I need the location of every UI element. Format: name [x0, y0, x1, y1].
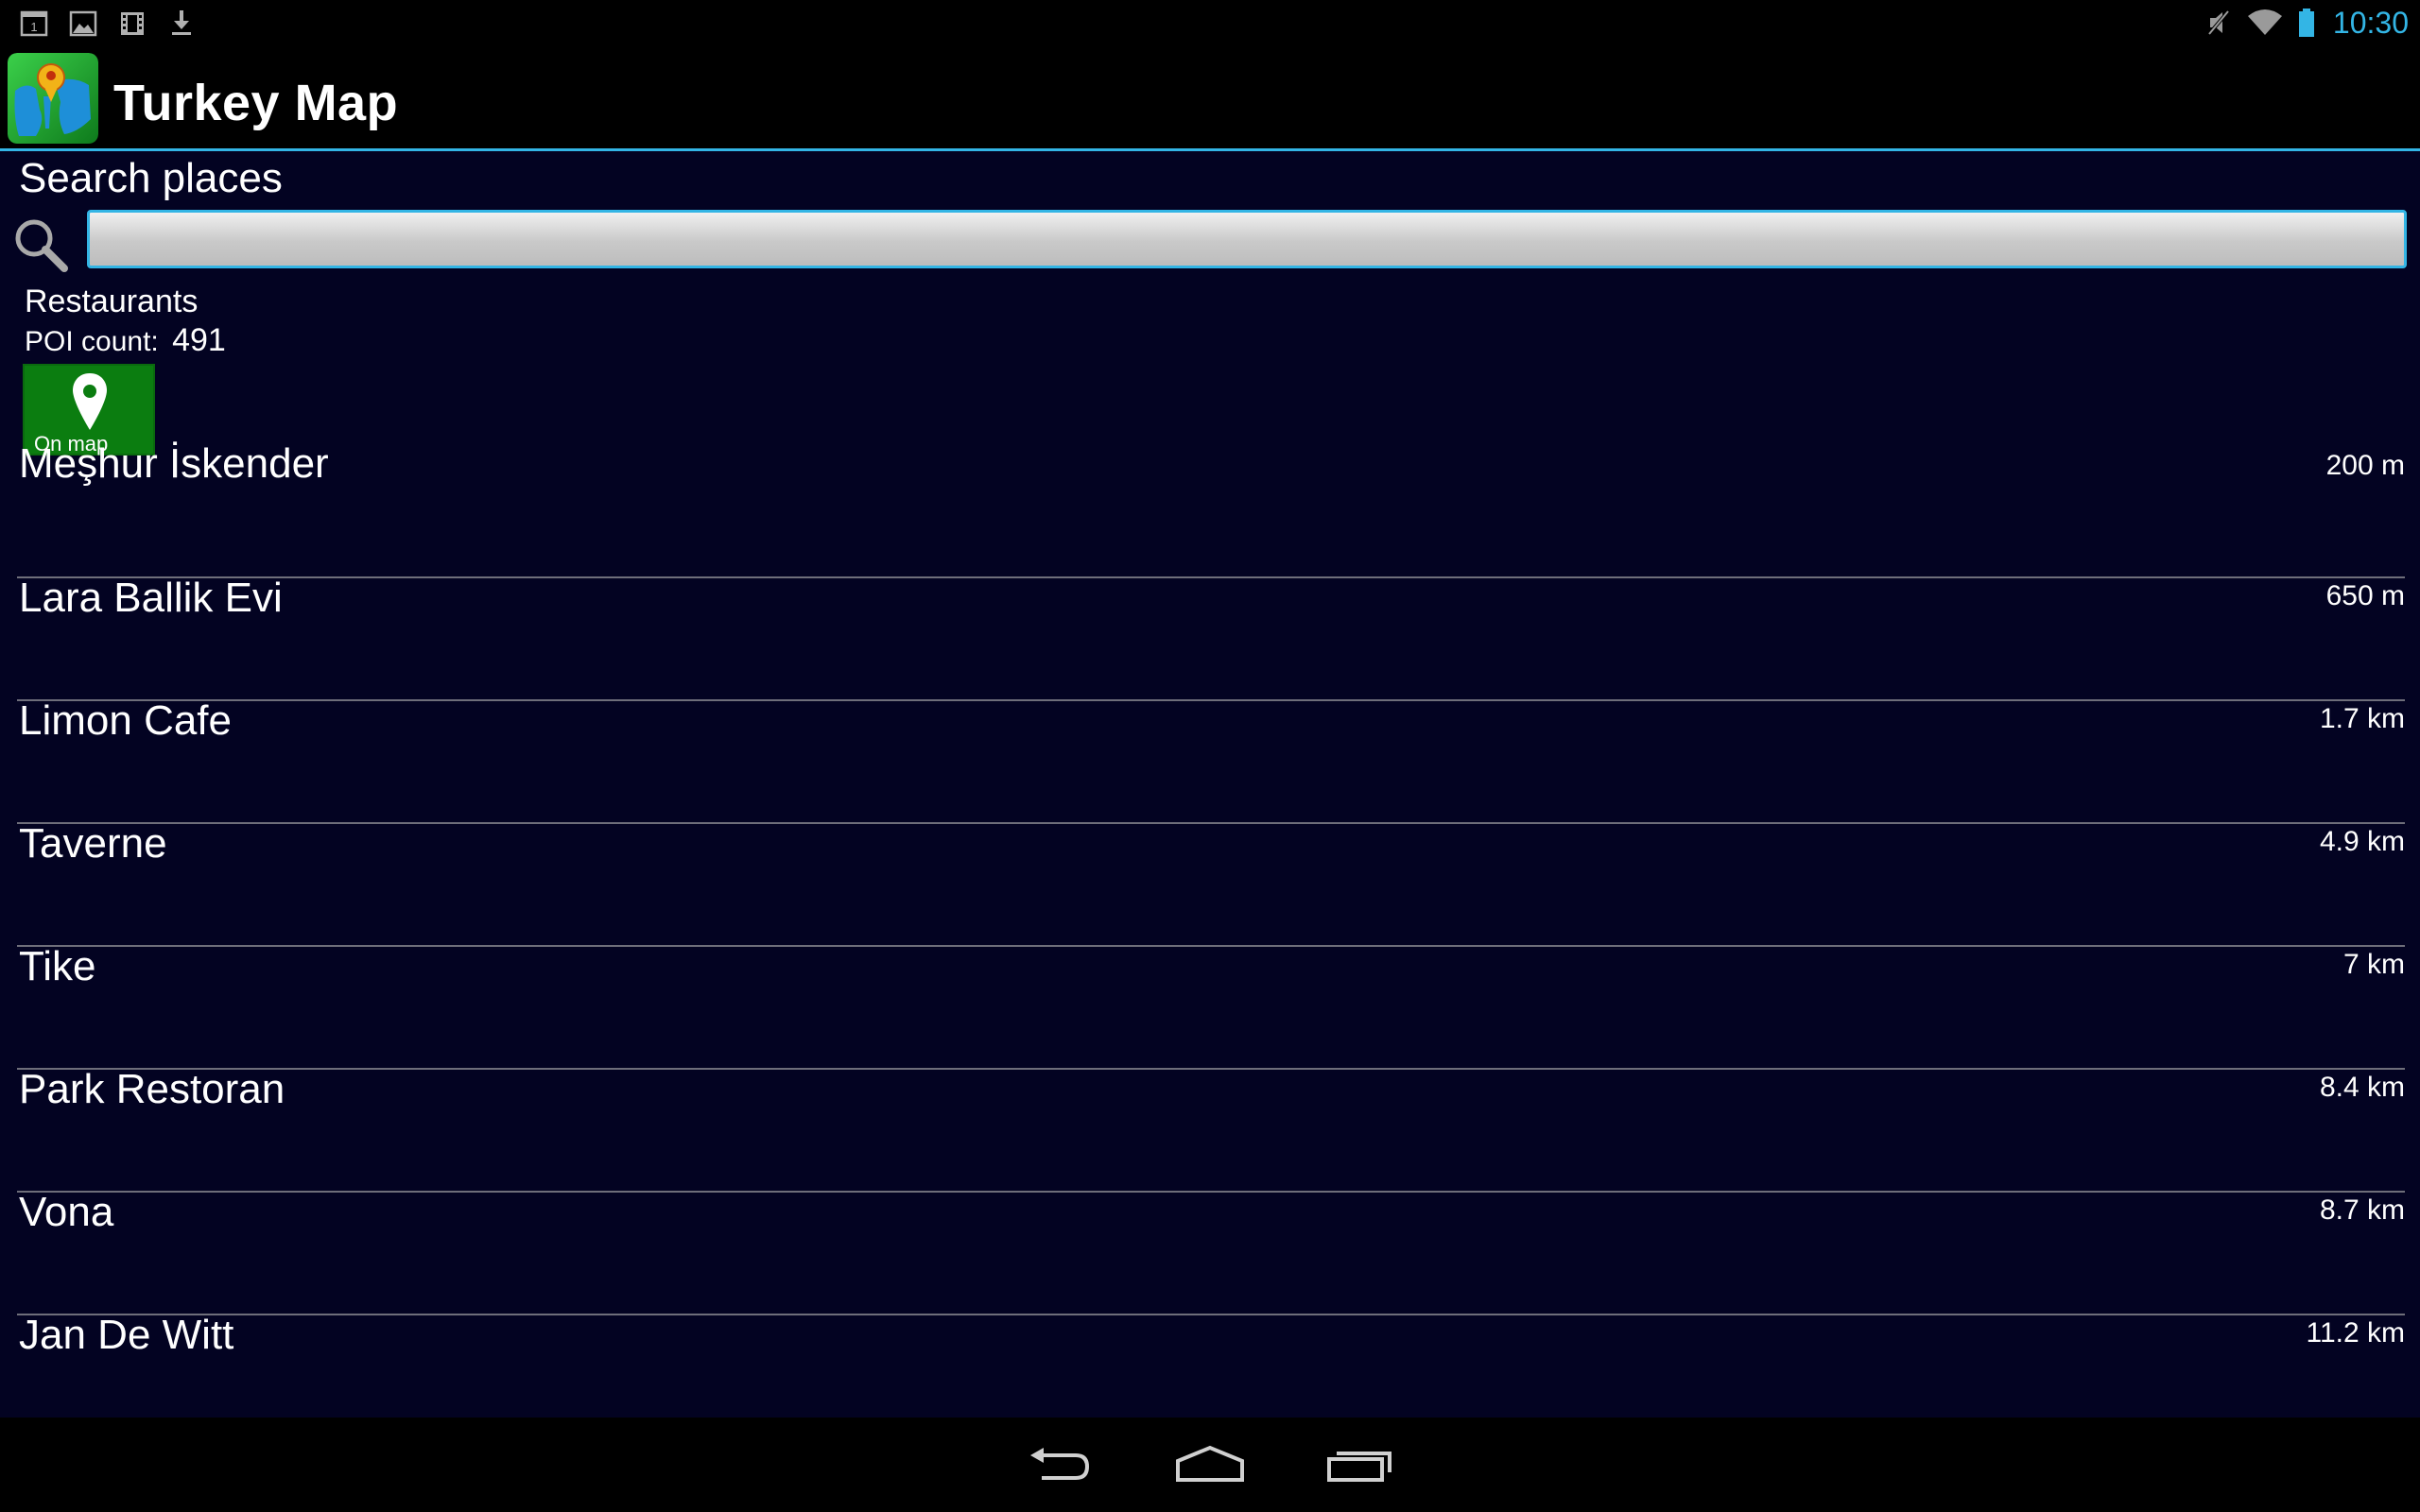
app-title: Turkey Map	[113, 75, 399, 131]
poi-count-value: 491	[172, 322, 226, 358]
place-name: Lara Ballik Evi	[19, 575, 283, 621]
place-name: Park Restoran	[19, 1066, 285, 1112]
place-list-item[interactable]: Park Restoran 8.4 km	[0, 1066, 2420, 1193]
place-list-item[interactable]: Lara Ballik Evi 650 m	[0, 575, 2420, 701]
place-distance: 8.4 km	[2319, 1072, 2405, 1103]
video-notification-icon	[121, 12, 144, 35]
calendar-notification-icon: 1	[20, 10, 48, 37]
place-name: Taverne	[19, 820, 167, 867]
place-name: Vona	[19, 1189, 114, 1235]
search-icon[interactable]	[11, 215, 72, 276]
category-name: Restaurants	[25, 284, 199, 319]
home-icon[interactable]	[1172, 1436, 1248, 1493]
place-distance: 11.2 km	[2306, 1317, 2406, 1349]
place-name: Jan De Witt	[19, 1312, 234, 1358]
place-distance: 1.7 km	[2319, 703, 2405, 734]
search-field[interactable]	[87, 210, 2407, 268]
battery-icon	[2298, 9, 2314, 37]
map-pin-icon	[73, 373, 107, 430]
place-list-item[interactable]: Vona 8.7 km	[0, 1189, 2420, 1315]
clock: 10:30	[2332, 5, 2409, 40]
place-distance: 200 m	[2325, 450, 2405, 481]
place-name: Tike	[19, 943, 96, 989]
mute-icon	[2206, 9, 2231, 37]
place-list-item[interactable]: Taverne 4.9 km	[0, 820, 2420, 947]
poi-count-row: POI count: 491	[25, 322, 226, 359]
search-label: Search places	[19, 155, 283, 201]
navigation-bar	[0, 1418, 2420, 1512]
svg-text:1: 1	[30, 20, 37, 34]
back-icon[interactable]	[1021, 1436, 1097, 1493]
place-distance: 4.9 km	[2319, 826, 2405, 857]
recent-apps-icon[interactable]	[1323, 1436, 1399, 1493]
system-status-icons: 10:30	[2204, 0, 2409, 45]
place-distance: 650 m	[2325, 580, 2405, 611]
download-notification-icon	[172, 10, 191, 35]
place-distance: 8.7 km	[2319, 1194, 2405, 1226]
status-bar: 1 10:30	[0, 0, 2420, 45]
turkey-map-app-icon[interactable]	[8, 53, 98, 144]
place-name: Limon Cafe	[19, 697, 233, 744]
place-name: Meşhur İskender	[19, 440, 329, 487]
place-list-item[interactable]: Limon Cafe 1.7 km	[0, 697, 2420, 824]
places-list: Meşhur İskender 200 m Lara Ballik Evi 650 m…	[0, 440, 2420, 1438]
place-list-item[interactable]: Meşhur İskender 200 m	[0, 440, 2420, 578]
wifi-icon	[2247, 9, 2282, 35]
image-notification-icon	[69, 10, 97, 37]
search-input[interactable]	[90, 213, 2404, 266]
place-distance: 7 km	[2342, 949, 2405, 980]
notification-icons: 1	[19, 6, 197, 40]
main-content: Search places Restaurants POI count: 491…	[0, 151, 2420, 1418]
poi-count-label: POI count:	[25, 326, 159, 357]
action-bar: Turkey Map	[0, 45, 2420, 151]
place-list-item[interactable]: Tike 7 km	[0, 943, 2420, 1070]
